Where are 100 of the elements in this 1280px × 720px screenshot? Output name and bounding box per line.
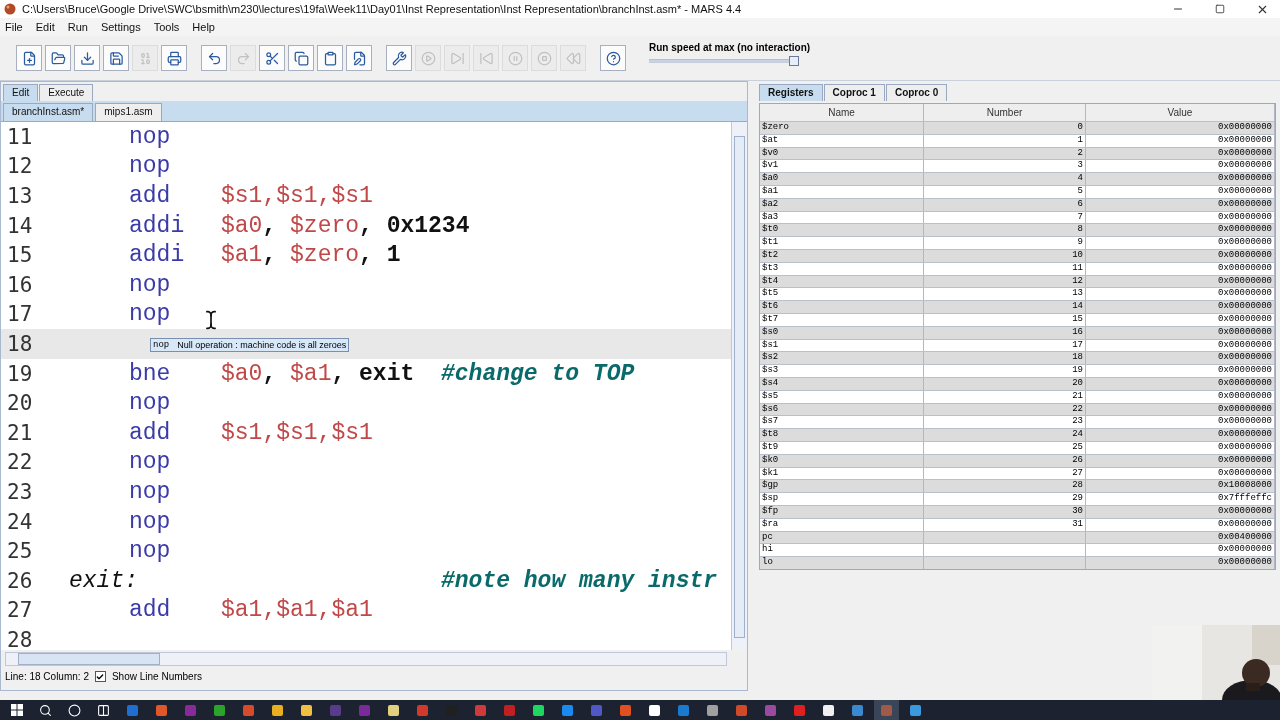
- table-cell: 9: [924, 237, 1086, 249]
- table-cell: $fp: [760, 505, 924, 518]
- code-editor[interactable]: [1, 121, 747, 650]
- menu-item[interactable]: Settings: [100, 21, 141, 33]
- table-cell: $sp: [760, 493, 924, 505]
- checkbox[interactable]: [94, 671, 106, 682]
- table-cell: $a0: [760, 173, 924, 185]
- instruction-mnemonic: nop: [129, 508, 171, 535]
- play-icon: [420, 50, 436, 66]
- line-number: 20: [6, 391, 33, 416]
- instruction-mnemonic: nop: [129, 123, 171, 150]
- table-cell: $k0: [760, 454, 924, 467]
- line-number: 18: [6, 331, 33, 356]
- line-number: 19: [6, 361, 33, 386]
- table-cell: 0x00000000: [1086, 237, 1275, 249]
- help-icon: [605, 50, 621, 66]
- save-icon: [79, 50, 95, 66]
- vertical-scrollbar[interactable]: [731, 122, 747, 650]
- slider-thumb[interactable]: [789, 56, 799, 66]
- menu-item[interactable]: Edit: [35, 21, 55, 33]
- table-cell: 30: [924, 505, 1086, 518]
- code-comment: #note how many instr: [441, 567, 718, 594]
- save-button[interactable]: [74, 45, 100, 71]
- instruction-mnemonic: addi: [129, 212, 185, 239]
- menu-item[interactable]: Run: [67, 21, 88, 33]
- table-cell: 1: [924, 134, 1086, 147]
- register-tab[interactable]: Registers: [759, 84, 823, 101]
- step-back-icon: [478, 50, 494, 66]
- new-file-button[interactable]: [16, 45, 42, 71]
- table-cell: 24: [924, 429, 1086, 441]
- table-cell: 29: [924, 493, 1086, 505]
- table-cell: 0x00000000: [1086, 122, 1275, 134]
- code-comment: #change to TOP: [441, 360, 635, 387]
- menu-item[interactable]: Tools: [153, 21, 180, 33]
- line-number: 22: [6, 450, 33, 475]
- operands: $s1,$s1,$s1: [221, 183, 373, 209]
- printer-button[interactable]: [161, 45, 187, 71]
- register-tab[interactable]: Coproc 1: [823, 84, 885, 101]
- instruction-mnemonic: add: [129, 597, 171, 624]
- circle-icon: [68, 703, 81, 717]
- table-cell: 0x00000000: [1086, 429, 1275, 441]
- edit-document-button[interactable]: [346, 45, 372, 71]
- table-cell: 0x00000000: [1086, 518, 1275, 531]
- table-cell: $a2: [760, 198, 924, 211]
- open-folder-icon: [50, 50, 66, 66]
- scissors-button[interactable]: [259, 45, 285, 71]
- operands: $a0, $a1, exit: [221, 360, 415, 387]
- table-cell: 5: [924, 186, 1086, 198]
- mode-tab[interactable]: Execute: [39, 84, 94, 101]
- copy-button[interactable]: [288, 45, 314, 71]
- operands: $s1,$s1,$s1: [221, 419, 373, 446]
- clipboard-icon: [322, 50, 338, 66]
- file-tab[interactable]: branchInst.asm*: [3, 103, 94, 121]
- open-folder-button[interactable]: [45, 45, 71, 71]
- table-cell: 25: [924, 441, 1086, 454]
- line-number: 25: [6, 539, 33, 564]
- table-cell: $t6: [760, 301, 924, 313]
- table-cell: $a1: [760, 186, 924, 198]
- instruction-mnemonic: nop: [129, 449, 171, 476]
- menu-item[interactable]: Help: [192, 21, 215, 33]
- table-cell: $s0: [760, 326, 924, 339]
- instruction-mnemonic: nop: [129, 478, 171, 505]
- table-cell: 0x7fffeffc: [1086, 493, 1275, 505]
- table-cell: $zero: [760, 122, 924, 134]
- table-cell: 0: [924, 122, 1086, 134]
- table-cell: 0x00000000: [1086, 505, 1275, 518]
- maximize-icon: [1215, 4, 1225, 14]
- line-number: 13: [6, 184, 33, 208]
- save-as-button[interactable]: [103, 45, 129, 71]
- line-number: 16: [6, 272, 33, 297]
- instruction-mnemonic: addi: [129, 242, 185, 269]
- checkbox-label: Show Line Numbers: [111, 671, 202, 682]
- speed-slider[interactable]: [649, 56, 799, 66]
- line-number: 12: [6, 154, 33, 179]
- menu-item[interactable]: File: [5, 21, 23, 33]
- printer-icon: [166, 50, 182, 66]
- clipboard-button[interactable]: [317, 45, 343, 71]
- horizontal-scrollbar[interactable]: [5, 652, 727, 666]
- step-forward-icon: [449, 50, 465, 66]
- undo-button[interactable]: [201, 45, 227, 71]
- instruction-mnemonic: bne: [129, 360, 171, 387]
- instruction-mnemonic: add: [129, 419, 171, 446]
- windows-logo-icon: [10, 704, 23, 716]
- table-cell: 0x00000000: [1086, 134, 1275, 147]
- pause-icon: [507, 50, 523, 66]
- new-file-icon: [21, 50, 37, 66]
- table-cell: 0x00000000: [1086, 262, 1275, 275]
- register-tab[interactable]: Coproc 0: [885, 84, 948, 101]
- table-cell: $s5: [760, 390, 924, 403]
- help-button[interactable]: [600, 45, 626, 71]
- search-icon: [39, 703, 52, 717]
- mode-tab[interactable]: Edit: [3, 84, 39, 101]
- table-cell: 19: [924, 365, 1086, 377]
- file-tab[interactable]: mips1.asm: [95, 103, 162, 121]
- table-cell: 0x00000000: [1086, 441, 1275, 454]
- table-cell: $t9: [760, 441, 924, 454]
- wrench-icon: [391, 50, 407, 66]
- tooltip-text: Null operation : machine code is all zeroes: [177, 340, 347, 350]
- wrench-button[interactable]: [386, 45, 412, 71]
- table-cell: 14: [924, 301, 1086, 313]
